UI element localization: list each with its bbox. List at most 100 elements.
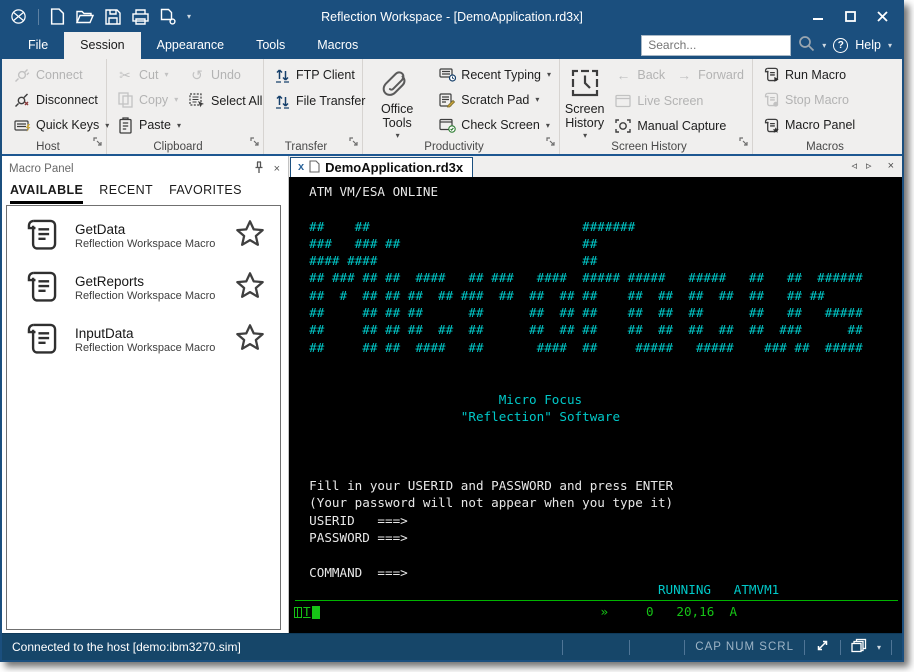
session-tab[interactable]: x DemoApplication.rd3x (290, 157, 473, 177)
quick-keys-label: Quick Keys (36, 118, 99, 132)
undo-icon: ↺ (188, 66, 206, 84)
screen-history-label: Screen History (564, 102, 605, 130)
tab-appearance[interactable]: Appearance (141, 32, 240, 59)
scroll-tabs-left-icon[interactable]: ◃ (852, 159, 858, 172)
recent-typing-caret[interactable]: ▾ (547, 70, 551, 79)
search-icon[interactable] (798, 35, 815, 55)
expand-terminal-icon[interactable] (815, 638, 830, 656)
favorite-star-icon[interactable] (234, 322, 266, 359)
list-item-inputdata[interactable]: InputData Reflection Workspace Macro (7, 314, 280, 366)
recent-typing-button[interactable]: Recent Typing ▾ (433, 62, 556, 87)
terminal-command-prompt[interactable]: COMMAND ===> (294, 564, 902, 581)
back-button[interactable]: ← Back (609, 62, 670, 88)
macro-panel-button[interactable]: Macro Panel (757, 113, 860, 138)
scratch-pad-button[interactable]: Scratch Pad ▾ (433, 87, 556, 112)
open-button[interactable] (76, 9, 94, 24)
content-area: Macro Panel × AVAILABLE RECENT FAVORITES (2, 156, 902, 633)
terminal-line (294, 373, 902, 390)
live-screen-button[interactable]: Live Screen (609, 88, 749, 113)
macro-panel-close-icon[interactable]: × (274, 163, 280, 175)
search-dropdown-caret[interactable]: ▾ (822, 41, 826, 50)
ftp-client-button[interactable]: FTP Client (268, 62, 370, 88)
close-session-icon[interactable]: × (888, 160, 894, 172)
new-session-button[interactable] (160, 8, 176, 25)
scratch-pad-caret[interactable]: ▾ (535, 95, 539, 104)
minimize-button[interactable] (802, 5, 834, 29)
screen-history-button[interactable]: Screen History ▾ (564, 62, 605, 138)
macro-panel-label: Macro Panel (785, 118, 855, 132)
terminal-banner-line: ## # ## ## ## ## ### ## ## ## ## ## ## #… (294, 287, 902, 304)
new-document-button[interactable] (50, 8, 65, 25)
terminal-line: Micro Focus (294, 391, 902, 408)
host-dialog-launcher-icon[interactable] (93, 134, 103, 152)
screen-history-caret[interactable]: ▾ (583, 131, 587, 140)
check-screen-caret[interactable]: ▾ (546, 121, 550, 130)
statusbar-divider (629, 640, 630, 655)
transfer-dialog-launcher-icon[interactable] (349, 134, 359, 152)
paste-caret[interactable]: ▾ (177, 121, 181, 130)
maximize-button[interactable] (834, 5, 866, 29)
terminal-password-prompt[interactable]: PASSWORD ===> (294, 529, 902, 546)
favorite-star-icon[interactable] (234, 270, 266, 307)
favorite-star-icon[interactable] (234, 218, 266, 255)
connection-status-text: Connected to the host [demo:ibm3270.sim] (12, 640, 241, 654)
cut-button[interactable]: ✂ Cut ▾ (111, 62, 183, 87)
tab-favorites[interactable]: FAVORITES (169, 183, 242, 204)
help-label[interactable]: Help (855, 38, 881, 52)
stop-macro-button[interactable]: Stop Macro (757, 87, 860, 112)
tab-available[interactable]: AVAILABLE (10, 183, 83, 204)
copy-button[interactable]: Copy ▾ (111, 87, 183, 112)
keyboard-icon (13, 116, 31, 134)
screen-history-dialog-launcher-icon[interactable] (739, 134, 749, 152)
file-transfer-button[interactable]: File Transfer (268, 88, 370, 114)
layout-dropdown-caret[interactable]: ▾ (877, 643, 881, 652)
manual-capture-button[interactable]: Manual Capture (609, 113, 749, 138)
save-button[interactable] (105, 9, 121, 25)
tab-recent[interactable]: RECENT (99, 183, 153, 204)
disconnect-button[interactable]: Disconnect (8, 87, 114, 112)
help-dropdown-caret[interactable]: ▾ (888, 41, 892, 50)
scroll-tabs-right-icon[interactable]: ▹ (866, 159, 872, 172)
copy-caret[interactable]: ▾ (174, 95, 178, 104)
undo-button[interactable]: ↺ Undo (183, 62, 267, 88)
check-screen-label: Check Screen (461, 118, 540, 132)
ribbon-group-productivity: Office Tools ▾ Recent Typing ▾ (363, 59, 560, 154)
session-tab-title: DemoApplication.rd3x (325, 160, 463, 175)
tab-file[interactable]: File (12, 32, 64, 59)
toolbar-divider (38, 9, 39, 25)
terminal-banner-line: ### ### ## ## (294, 235, 902, 252)
cut-caret[interactable]: ▾ (164, 70, 168, 79)
macro-name: GetData (75, 222, 234, 237)
pin-icon[interactable] (254, 161, 264, 177)
session-tab-close-icon[interactable]: x (298, 162, 304, 173)
select-all-button[interactable]: Select All (183, 88, 267, 114)
run-macro-button[interactable]: Run Macro (757, 62, 860, 87)
quick-access-toolbar: ▾ (10, 8, 191, 25)
search-input[interactable] (641, 35, 791, 56)
terminal-userid-prompt[interactable]: USERID ===> (294, 512, 902, 529)
tab-macros[interactable]: Macros (301, 32, 374, 59)
reflection-workspace-window: ▾ Reflection Workspace - [DemoApplicatio… (0, 0, 904, 662)
check-screen-button[interactable]: Check Screen ▾ (433, 113, 556, 138)
office-tools-caret[interactable]: ▾ (396, 131, 400, 140)
paste-button[interactable]: Paste ▾ (111, 113, 183, 138)
qat-dropdown-caret[interactable]: ▾ (187, 12, 191, 21)
close-button[interactable] (866, 5, 898, 29)
group-label-productivity: Productivity (363, 141, 545, 153)
list-item-getdata[interactable]: GetData Reflection Workspace Macro (7, 210, 280, 262)
productivity-dialog-launcher-icon[interactable] (546, 134, 556, 152)
connect-button[interactable]: Connect (8, 62, 114, 87)
help-icon[interactable]: ? (833, 38, 848, 53)
tab-tools[interactable]: Tools (240, 32, 301, 59)
clipboard-dialog-launcher-icon[interactable] (250, 134, 260, 152)
print-button[interactable] (132, 9, 149, 25)
terminal-line: (Your password will not appear when you … (294, 494, 902, 511)
forward-button[interactable]: → Forward (670, 62, 749, 88)
ribbon-tab-bar: File Session Appearance Tools Macros ▾ ?… (2, 31, 902, 59)
tab-session[interactable]: Session (64, 32, 140, 59)
office-tools-button[interactable]: Office Tools ▾ (367, 62, 427, 138)
list-item-getreports[interactable]: GetReports Reflection Workspace Macro (7, 262, 280, 314)
window-layout-icon[interactable] (851, 638, 867, 656)
macro-panel-header: Macro Panel × (2, 156, 288, 179)
terminal-screen[interactable]: ATM VM/ESA ONLINE ## ## ####### ### ### … (289, 177, 902, 633)
